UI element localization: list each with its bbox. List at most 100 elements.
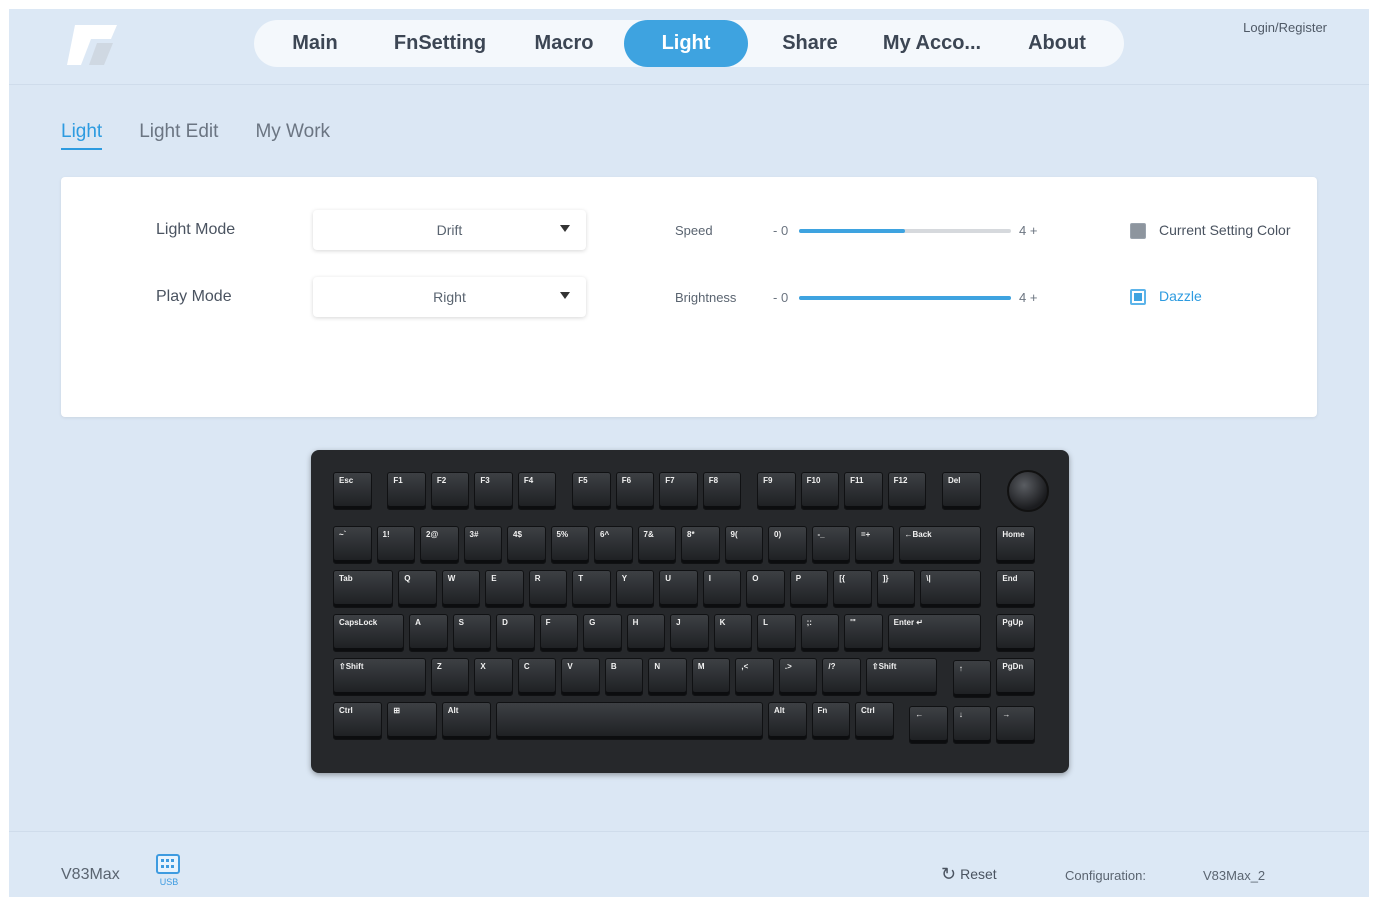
key[interactable]: PgDn bbox=[996, 658, 1035, 696]
key[interactable]: B bbox=[604, 658, 644, 696]
play-mode-select[interactable]: Right bbox=[313, 277, 586, 317]
key[interactable]: [{ bbox=[833, 570, 872, 608]
subtab-my-work[interactable]: My Work bbox=[255, 121, 330, 150]
key[interactable]: Tab bbox=[333, 570, 394, 608]
key[interactable]: ~` bbox=[333, 526, 372, 564]
key[interactable]: F6 bbox=[615, 472, 655, 510]
nav-main[interactable]: Main bbox=[254, 20, 376, 67]
subtab-light-edit[interactable]: Light Edit bbox=[139, 121, 218, 150]
key[interactable]: 5% bbox=[550, 526, 589, 564]
key[interactable]: Ctrl bbox=[855, 702, 894, 740]
nav-light[interactable]: Light bbox=[624, 20, 748, 67]
key[interactable]: 6^ bbox=[594, 526, 633, 564]
key[interactable]: V bbox=[561, 658, 600, 696]
key[interactable]: P bbox=[789, 570, 829, 608]
usb-connection-button[interactable]: USB bbox=[156, 854, 182, 890]
key[interactable]: → bbox=[996, 706, 1035, 744]
key[interactable]: O bbox=[746, 570, 785, 608]
current-setting-color-checkbox[interactable] bbox=[1130, 223, 1146, 239]
key[interactable]: F11 bbox=[844, 472, 883, 510]
key[interactable]: U bbox=[659, 570, 698, 608]
key[interactable]: Enter ↵ bbox=[887, 614, 981, 652]
key[interactable]: M bbox=[691, 658, 731, 696]
brightness-increase[interactable]: 4 + bbox=[1019, 290, 1037, 305]
key[interactable]: CapsLock bbox=[333, 614, 405, 652]
key[interactable]: F9 bbox=[757, 472, 796, 510]
key[interactable]: Q bbox=[398, 570, 437, 608]
key[interactable]: I bbox=[702, 570, 742, 608]
key[interactable]: Del bbox=[942, 472, 981, 510]
key[interactable]: K bbox=[713, 614, 753, 652]
key[interactable]: F3 bbox=[474, 472, 513, 510]
key[interactable]: ]} bbox=[876, 570, 916, 608]
key[interactable]: Home bbox=[996, 526, 1035, 564]
key[interactable]: E bbox=[485, 570, 524, 608]
key[interactable]: F12 bbox=[887, 472, 927, 510]
key[interactable]: .> bbox=[778, 658, 818, 696]
key[interactable]: G bbox=[583, 614, 622, 652]
key[interactable]: ⇧Shift bbox=[865, 658, 937, 696]
nav-my-account[interactable]: My Acco... bbox=[872, 20, 992, 67]
key[interactable]: A bbox=[409, 614, 448, 652]
key[interactable]: 8* bbox=[681, 526, 720, 564]
subtab-light[interactable]: Light bbox=[61, 121, 103, 150]
volume-knob[interactable] bbox=[1007, 470, 1049, 512]
key[interactable]: F8 bbox=[702, 472, 742, 510]
key[interactable]: ,< bbox=[735, 658, 774, 696]
key[interactable]: F5 bbox=[572, 472, 611, 510]
key[interactable]: 2@ bbox=[420, 526, 459, 564]
key[interactable]: '" bbox=[844, 614, 883, 652]
key[interactable]: Z bbox=[430, 658, 470, 696]
light-mode-select[interactable]: Drift bbox=[313, 210, 586, 250]
nav-share[interactable]: Share bbox=[748, 20, 872, 67]
key[interactable]: 7& bbox=[637, 526, 676, 564]
key[interactable]: J bbox=[670, 614, 709, 652]
key[interactable]: Fn bbox=[811, 702, 850, 740]
key[interactable]: N bbox=[648, 658, 687, 696]
key[interactable]: F4 bbox=[517, 472, 557, 510]
key[interactable]: /? bbox=[822, 658, 861, 696]
reset-button[interactable]: ↻ Reset bbox=[941, 865, 997, 883]
key[interactable]: C bbox=[517, 658, 557, 696]
key[interactable]: \| bbox=[920, 570, 981, 608]
key[interactable]: 3# bbox=[463, 526, 502, 564]
configuration-value[interactable]: V83Max_2 bbox=[1203, 868, 1265, 883]
key[interactable]: W bbox=[441, 570, 481, 608]
key[interactable]: F7 bbox=[659, 472, 698, 510]
key[interactable]: 1! bbox=[376, 526, 415, 564]
key[interactable]: 9( bbox=[724, 526, 763, 564]
key[interactable]: ← bbox=[909, 706, 948, 744]
key[interactable]: F1 bbox=[387, 472, 426, 510]
key[interactable]: End bbox=[996, 570, 1035, 608]
nav-macro[interactable]: Macro bbox=[504, 20, 624, 67]
key[interactable]: ;: bbox=[800, 614, 840, 652]
key[interactable]: PgUp bbox=[996, 614, 1035, 652]
key[interactable]: F2 bbox=[430, 472, 470, 510]
nav-about[interactable]: About bbox=[992, 20, 1122, 67]
key[interactable]: Alt bbox=[768, 702, 807, 740]
key[interactable]: 4$ bbox=[507, 526, 546, 564]
key[interactable]: =+ bbox=[855, 526, 894, 564]
key[interactable]: ⊞ bbox=[387, 702, 437, 740]
key[interactable]: Alt bbox=[441, 702, 492, 740]
brightness-slider[interactable] bbox=[799, 296, 1011, 300]
key[interactable]: Esc bbox=[333, 472, 372, 510]
key[interactable]: 0) bbox=[768, 526, 807, 564]
speed-slider[interactable] bbox=[799, 229, 1011, 233]
key[interactable]: H bbox=[626, 614, 666, 652]
speed-decrease[interactable]: - 0 bbox=[773, 223, 788, 238]
key[interactable]: R bbox=[528, 570, 568, 608]
dazzle-checkbox[interactable] bbox=[1130, 289, 1146, 305]
key[interactable]: D bbox=[496, 614, 535, 652]
key[interactable]: ←Back bbox=[898, 526, 981, 564]
key[interactable]: F10 bbox=[800, 472, 840, 510]
key[interactable]: F bbox=[539, 614, 579, 652]
key[interactable]: L bbox=[757, 614, 796, 652]
key-space[interactable] bbox=[496, 702, 763, 740]
key[interactable]: Ctrl bbox=[333, 702, 383, 740]
key[interactable]: -_ bbox=[811, 526, 850, 564]
key[interactable]: ⇧Shift bbox=[333, 658, 426, 696]
key[interactable]: ↓ bbox=[952, 706, 992, 744]
key[interactable]: Y bbox=[615, 570, 655, 608]
login-register-link[interactable]: Login/Register bbox=[1243, 20, 1327, 35]
